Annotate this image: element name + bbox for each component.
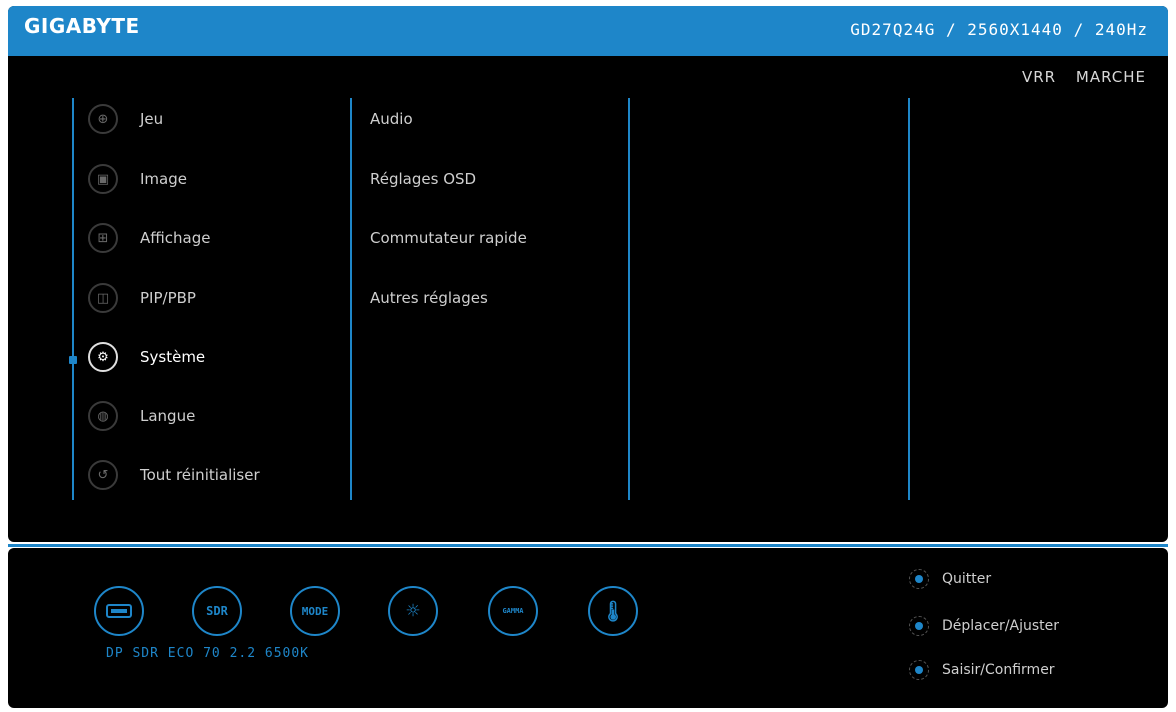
hint-quit: Quitter (908, 568, 991, 590)
image-icon: ▣ (88, 164, 118, 194)
menu-item-jeu[interactable]: ⊕ Jeu (88, 104, 163, 134)
brand-logo: GIGABYTE (24, 14, 140, 38)
reset-icon: ↺ (88, 460, 118, 490)
menu-item-label: Langue (140, 407, 196, 425)
joystick-updown-icon (908, 615, 930, 637)
osd-panel: GIGABYTE GD27Q24G / 2560X1440 / 240Hz VR… (8, 6, 1168, 542)
menu-item-label: Jeu (140, 110, 164, 128)
status-bar: SDR MODE ☼ GAMMA 🌡 DP SDR ECO 70 2.2 650… (8, 548, 1168, 708)
vrr-value: MARCHE (1075, 68, 1146, 86)
hint-label: Saisir/Confirmer (942, 662, 1055, 678)
vrr-status: VRR MARCHE (1008, 68, 1146, 86)
globe-icon: ◍ (88, 401, 118, 431)
menu-item-label: Tout réinitialiser (140, 466, 260, 484)
header-bar: GIGABYTE GD27Q24G / 2560X1440 / 240Hz (8, 6, 1168, 56)
menu-item-label: Système (140, 348, 206, 366)
joystick-left-icon (908, 568, 930, 590)
hint-label: Déplacer/Ajuster (942, 618, 1060, 634)
hint-label: Quitter (942, 571, 992, 587)
input-icon (94, 586, 144, 636)
gamma-icon: GAMMA (488, 586, 538, 636)
menu-item-image[interactable]: ▣ Image (88, 164, 187, 194)
menu-item-systeme[interactable]: ⚙ Système (88, 342, 205, 372)
mode-icon: MODE (290, 586, 340, 636)
menu-item-label: Affichage (140, 229, 211, 247)
pip-icon: ◫ (88, 283, 118, 313)
menu-item-reset[interactable]: ↺ Tout réinitialiser (88, 460, 260, 490)
gamepad-icon: ⊕ (88, 104, 118, 134)
temperature-icon: 🌡 (588, 586, 638, 636)
display-icon: ⊞ (88, 223, 118, 253)
hint-move-adjust: Déplacer/Ajuster (908, 615, 1059, 637)
sdr-icon: SDR (192, 586, 242, 636)
column-divider (908, 98, 910, 500)
menu-item-label: PIP/PBP (140, 289, 196, 307)
menu-item-langue[interactable]: ◍ Langue (88, 401, 195, 431)
divider-line (8, 544, 1168, 547)
submenu-item-osd-settings[interactable]: Réglages OSD (370, 170, 476, 188)
column-divider (72, 98, 74, 500)
status-text: DP SDR ECO 70 2.2 6500K (106, 646, 310, 661)
vrr-label: VRR (1022, 68, 1057, 86)
model-info: GD27Q24G / 2560X1440 / 240Hz (850, 20, 1148, 39)
menu-item-affichage[interactable]: ⊞ Affichage (88, 223, 210, 253)
submenu-item-quick-switch[interactable]: Commutateur rapide (370, 229, 527, 247)
joystick-press-icon (908, 659, 930, 681)
submenu-item-other-settings[interactable]: Autres réglages (370, 289, 488, 307)
selection-indicator (69, 356, 77, 364)
submenu-item-audio[interactable]: Audio (370, 110, 413, 128)
hint-enter-confirm: Saisir/Confirmer (908, 659, 1055, 681)
menu-item-pip-pbp[interactable]: ◫ PIP/PBP (88, 283, 196, 313)
menu-item-label: Image (140, 170, 187, 188)
column-divider (628, 98, 630, 500)
brightness-icon: ☼ (388, 586, 438, 636)
column-divider (350, 98, 352, 500)
gear-icon: ⚙ (88, 342, 118, 372)
